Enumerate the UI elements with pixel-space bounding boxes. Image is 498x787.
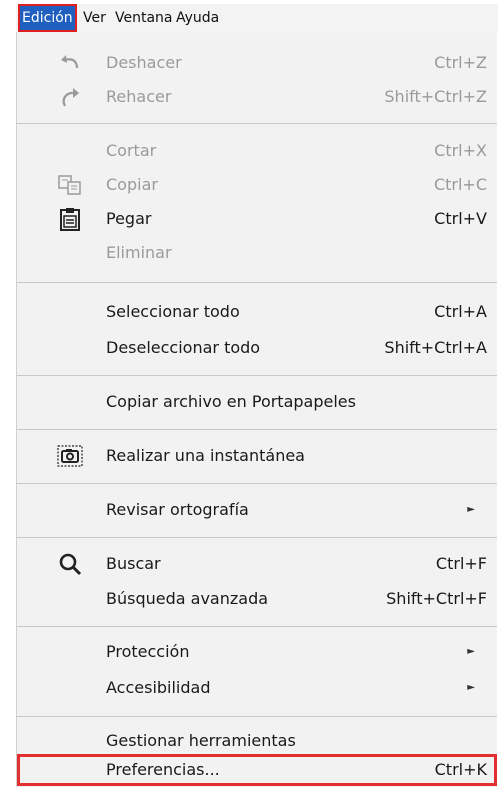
menu-item-copy-file[interactable]: Copiar archivo en Portapapeles bbox=[17, 385, 497, 419]
preferences-highlight-box bbox=[17, 754, 497, 786]
menu-item-label: Realizar una instantánea bbox=[106, 446, 305, 465]
clipboard-icon bbox=[57, 206, 83, 232]
menu-item-shortcut: Shift+Ctrl+A bbox=[384, 338, 487, 357]
menu-separator bbox=[17, 483, 497, 484]
menu-separator bbox=[17, 429, 497, 430]
menu-item-label: Cortar bbox=[106, 141, 157, 160]
menu-item-shortcut: Shift+Ctrl+Z bbox=[384, 87, 487, 106]
menu-item-copy[interactable]: Copiar Ctrl+C bbox=[17, 168, 497, 202]
menu-item-search[interactable]: Buscar Ctrl+F bbox=[17, 547, 497, 581]
submenu-arrow-icon: ► bbox=[467, 504, 475, 515]
menu-item-shortcut: Shift+Ctrl+F bbox=[386, 589, 487, 608]
copy-icon bbox=[57, 172, 83, 198]
menu-item-shortcut: Ctrl+C bbox=[433, 175, 487, 194]
menu-item-label: Accesibilidad bbox=[106, 678, 211, 697]
menu-ventana[interactable]: Ventana bbox=[115, 4, 173, 32]
menu-item-label: Eliminar bbox=[106, 243, 172, 262]
menu-item-label: Copiar archivo en Portapapeles bbox=[106, 392, 356, 411]
menu-item-shortcut: Ctrl+F bbox=[435, 554, 487, 573]
menu-item-shortcut: Ctrl+V bbox=[434, 209, 487, 228]
search-icon bbox=[57, 551, 83, 577]
menu-separator bbox=[17, 716, 497, 717]
menu-separator bbox=[17, 626, 497, 627]
menu-item-cut[interactable]: Cortar Ctrl+X bbox=[17, 134, 497, 168]
redo-icon bbox=[57, 84, 83, 110]
menu-bar: Edición Ver Ventana Ayuda bbox=[16, 4, 498, 32]
menu-item-spellcheck[interactable]: Revisar ortografía ► bbox=[17, 493, 497, 527]
menu-item-delete[interactable]: Eliminar bbox=[17, 236, 497, 270]
menu-item-label: Seleccionar todo bbox=[106, 302, 240, 321]
menu-item-label: Copiar bbox=[106, 175, 158, 194]
menu-ayuda[interactable]: Ayuda bbox=[176, 4, 219, 32]
menu-item-deselect-all[interactable]: Deseleccionar todo Shift+Ctrl+A bbox=[17, 331, 497, 365]
menu-item-label: Rehacer bbox=[106, 87, 172, 106]
menu-separator bbox=[17, 375, 497, 376]
edit-menu-dropdown: Deshacer Ctrl+Z Rehacer Shift+Ctrl+Z Cor… bbox=[16, 32, 497, 787]
submenu-arrow-icon: ► bbox=[467, 682, 475, 693]
undo-icon bbox=[57, 50, 83, 76]
menu-item-label: Deseleccionar todo bbox=[106, 338, 261, 357]
menu-item-snapshot[interactable]: Realizar una instantánea bbox=[17, 439, 497, 473]
menu-item-label: Búsqueda avanzada bbox=[106, 589, 269, 608]
menu-item-shortcut: Ctrl+Z bbox=[434, 53, 487, 72]
menu-separator bbox=[17, 282, 497, 283]
menu-separator bbox=[17, 537, 497, 538]
menu-item-label: Pegar bbox=[106, 209, 152, 228]
menu-edicion[interactable]: Edición bbox=[18, 4, 77, 32]
menu-separator bbox=[17, 123, 497, 124]
menu-item-advanced-search[interactable]: Búsqueda avanzada Shift+Ctrl+F bbox=[17, 582, 497, 616]
menu-item-protection[interactable]: Protección ► bbox=[17, 635, 497, 669]
menu-item-label: Buscar bbox=[106, 554, 161, 573]
camera-icon bbox=[57, 443, 83, 469]
menu-item-redo[interactable]: Rehacer Shift+Ctrl+Z bbox=[17, 80, 497, 114]
menu-item-undo[interactable]: Deshacer Ctrl+Z bbox=[17, 46, 497, 80]
menu-item-label: Deshacer bbox=[106, 53, 182, 72]
menu-item-label: Revisar ortografía bbox=[106, 500, 249, 519]
menu-item-shortcut: Ctrl+A bbox=[434, 302, 487, 321]
menu-item-paste[interactable]: Pegar Ctrl+V bbox=[17, 202, 497, 236]
menu-item-shortcut: Ctrl+X bbox=[434, 141, 487, 160]
menu-item-accessibility[interactable]: Accesibilidad ► bbox=[17, 671, 497, 705]
menu-item-label: Protección bbox=[106, 642, 190, 661]
menu-item-select-all[interactable]: Seleccionar todo Ctrl+A bbox=[17, 295, 497, 329]
submenu-arrow-icon: ► bbox=[467, 646, 475, 657]
menu-ver[interactable]: Ver bbox=[83, 4, 106, 32]
